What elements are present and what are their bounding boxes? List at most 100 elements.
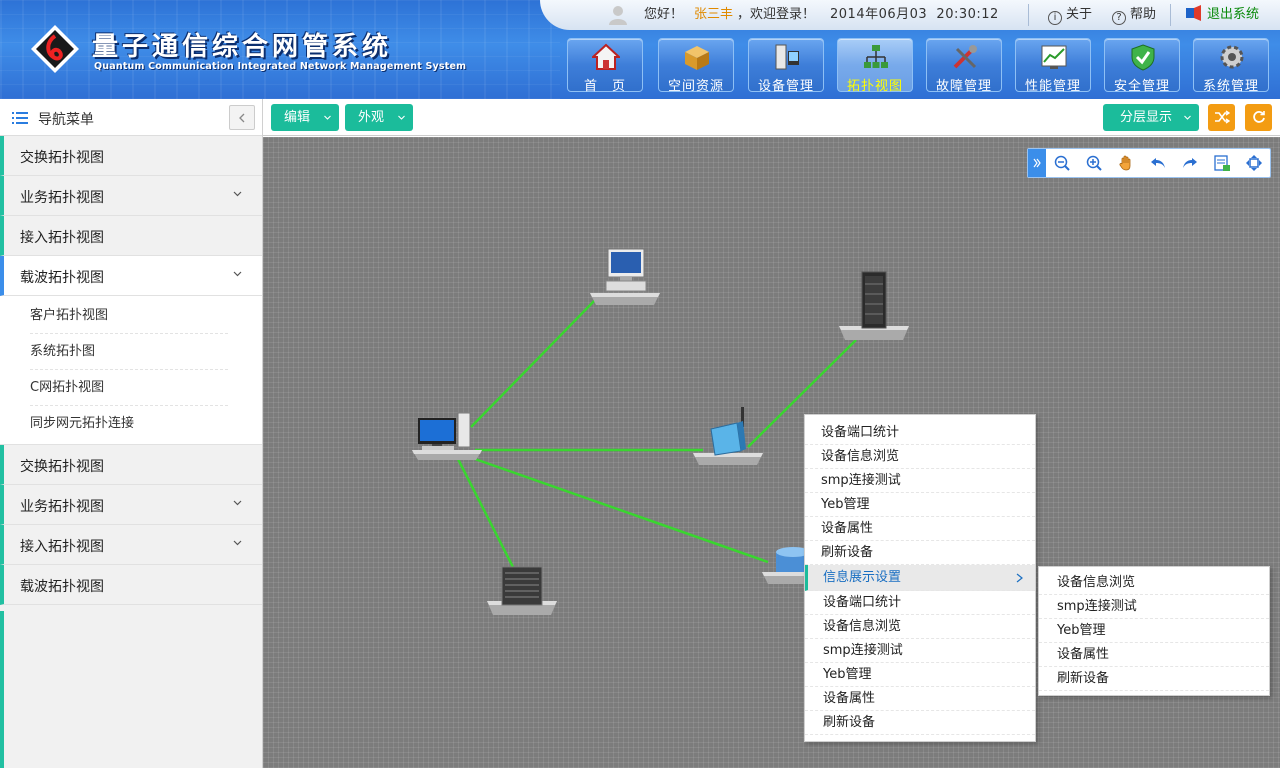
app-subtitle: Quantum Communication Integrated Network…	[94, 61, 467, 72]
sidebar-item-label: 载波拓扑视图	[20, 579, 104, 595]
appearance-label: 外观	[358, 110, 385, 125]
submenu-item[interactable]: smp连接测试	[1039, 595, 1269, 619]
context-menu-item[interactable]: smp连接测试	[805, 469, 1035, 493]
context-menu-item-info-display-settings[interactable]: 信息展示设置	[805, 565, 1035, 591]
node-wireless-device[interactable]	[691, 405, 765, 467]
sidebar-item-label: 业务拓扑视图	[20, 190, 104, 206]
context-menu-item[interactable]: 设备端口统计	[805, 421, 1035, 445]
fit-view-icon	[1246, 155, 1262, 171]
submenu-item[interactable]: Yeb管理	[1039, 619, 1269, 643]
context-menu-item[interactable]: 设备属性	[805, 687, 1035, 711]
sidebar-item-switch-topology[interactable]: 交换拓扑视图	[0, 136, 262, 176]
sidebar-collapse-button[interactable]	[229, 105, 255, 130]
context-menu-item[interactable]: 刷新设备	[805, 711, 1035, 735]
nav-fault-button[interactable]: 故障管理	[926, 38, 1002, 94]
node-database[interactable]	[760, 544, 810, 586]
nav-label: 性能管理	[1024, 79, 1081, 94]
sidebar-item-carrier-topology[interactable]: 载波拓扑视图	[0, 256, 262, 296]
welcome-text: ，欢迎登录！	[737, 7, 816, 22]
about-link[interactable]: i 关于	[1048, 0, 1092, 30]
nav-label: 系统管理	[1202, 79, 1259, 94]
divider	[1028, 4, 1029, 26]
pan-button[interactable]	[1110, 149, 1142, 177]
sidebar: 导航菜单 交换拓扑视图 业务拓扑视图 接入拓扑视图 载波拓扑视图 客户拓扑视图 …	[0, 99, 263, 768]
context-menu-item[interactable]: 设备属性	[805, 517, 1035, 541]
gear-icon	[1220, 45, 1244, 69]
view-toolbar-expand-button[interactable]	[1028, 149, 1046, 177]
database-icon	[762, 547, 810, 584]
node-workstation[interactable]	[410, 410, 484, 462]
nav-label: 安全管理	[1113, 79, 1170, 94]
edit-dropdown[interactable]: 编辑	[271, 104, 339, 131]
sidebar-item-access-topology[interactable]: 接入拓扑视图	[0, 216, 262, 256]
redo-button[interactable]	[1174, 149, 1206, 177]
nav-label: 首 页	[583, 79, 626, 94]
export-button[interactable]	[1206, 149, 1238, 177]
shuffle-icon	[1214, 110, 1230, 124]
nav-space-resource-button[interactable]: 空间资源	[658, 38, 734, 94]
appearance-dropdown[interactable]: 外观	[345, 104, 413, 131]
context-menu-item-label: 信息展示设置	[823, 570, 902, 585]
sidebar-item-service-topology-2[interactable]: 业务拓扑视图	[0, 485, 262, 525]
tools-icon	[953, 45, 977, 69]
context-menu-item[interactable]: Yeb管理	[805, 663, 1035, 687]
context-menu-item[interactable]: 设备信息浏览	[805, 615, 1035, 639]
nav-label: 设备管理	[757, 79, 814, 94]
layered-display-dropdown[interactable]: 分层显示	[1103, 104, 1199, 131]
sidebar-title: 导航菜单	[38, 112, 94, 128]
submenu-item[interactable]: 刷新设备	[1039, 667, 1269, 691]
edit-label: 编辑	[284, 110, 311, 125]
context-menu-item[interactable]: 设备信息浏览	[805, 445, 1035, 469]
sidebar-item-label: 交换拓扑视图	[20, 459, 104, 475]
nav-home-button[interactable]: 首 页	[567, 38, 643, 94]
context-menu-item[interactable]: Yeb管理	[805, 493, 1035, 517]
submenu-item-c-net-topology[interactable]: C网拓扑视图	[30, 370, 228, 406]
export-icon	[1214, 155, 1230, 171]
node-rack-server[interactable]	[837, 270, 911, 342]
sidebar-header: 导航菜单	[0, 99, 262, 136]
node-pc[interactable]	[588, 247, 662, 307]
submenu-item[interactable]: 设备属性	[1039, 643, 1269, 667]
submenu-item-sync-ne-topology[interactable]: 同步网元拓扑连接	[30, 406, 228, 442]
wireless-device-icon	[693, 407, 763, 465]
fit-view-button[interactable]	[1238, 149, 1270, 177]
hand-icon	[1119, 155, 1131, 171]
toolbar: 编辑 外观 分层显示	[263, 99, 1280, 136]
logout-link[interactable]: 退出系统	[1185, 0, 1259, 30]
user-name[interactable]: 张三丰	[694, 0, 733, 30]
submenu-item[interactable]: 设备信息浏览	[1039, 571, 1269, 595]
sidebar-item-label: 交换拓扑视图	[20, 150, 104, 166]
sidebar-accent-strip	[0, 611, 4, 768]
nav-device-button[interactable]: 设备管理	[748, 38, 824, 94]
link-line	[470, 296, 599, 428]
node-server[interactable]	[485, 565, 559, 617]
server-icon	[487, 566, 557, 615]
home-icon	[592, 43, 620, 70]
sidebar-item-carrier-topology-2[interactable]: 载波拓扑视图	[0, 565, 262, 605]
sidebar-item-label: 载波拓扑视图	[20, 270, 104, 286]
refresh-icon	[1252, 111, 1265, 123]
context-menu-item[interactable]: 刷新设备	[805, 541, 1035, 565]
sidebar-item-service-topology[interactable]: 业务拓扑视图	[0, 176, 262, 216]
sidebar-item-access-topology-2[interactable]: 接入拓扑视图	[0, 525, 262, 565]
help-link[interactable]: ? 帮助	[1112, 0, 1156, 30]
double-chevron-right-icon	[1033, 158, 1041, 168]
submenu-item-system-topology[interactable]: 系统拓扑图	[30, 334, 228, 370]
undo-button[interactable]	[1142, 149, 1174, 177]
zoom-in-button[interactable]	[1078, 149, 1110, 177]
nav-topology-button[interactable]: 拓扑视图	[837, 38, 913, 94]
layered-display-label: 分层显示	[1120, 110, 1173, 125]
zoom-out-button[interactable]	[1046, 149, 1078, 177]
shuffle-button[interactable]	[1208, 104, 1235, 131]
chart-icon	[1041, 45, 1067, 69]
sidebar-item-switch-topology-2[interactable]: 交换拓扑视图	[0, 445, 262, 485]
nav-security-button[interactable]: 安全管理	[1104, 38, 1180, 94]
context-menu-item[interactable]: smp连接测试	[805, 639, 1035, 663]
submenu-item-customer-topology[interactable]: 客户拓扑视图	[30, 298, 228, 334]
nav-performance-button[interactable]: 性能管理	[1015, 38, 1091, 94]
context-submenu: 设备信息浏览 smp连接测试 Yeb管理 设备属性 刷新设备	[1038, 566, 1270, 696]
refresh-button[interactable]	[1245, 104, 1272, 131]
zoom-in-icon	[1086, 155, 1102, 171]
context-menu-item[interactable]: 设备端口统计	[805, 591, 1035, 615]
nav-system-button[interactable]: 系统管理	[1193, 38, 1269, 94]
